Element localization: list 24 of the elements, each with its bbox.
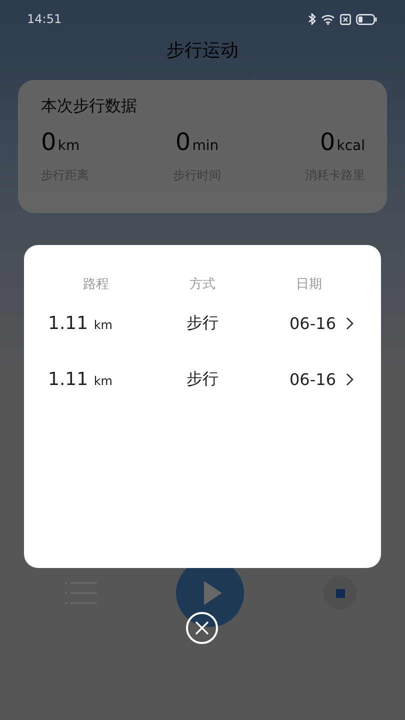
distance-cell: 1.11 km <box>48 368 112 390</box>
chevron-right-icon[interactable] <box>346 316 354 330</box>
date-cell: 06-16 <box>290 370 336 388</box>
clock-time: 14:51 <box>27 12 62 26</box>
distance-cell: 1.11 km <box>48 312 112 334</box>
stat-value: 0 kcal <box>320 127 365 158</box>
column-header: 路程 <box>82 276 109 293</box>
column-header: 日期 <box>296 276 323 293</box>
close-button[interactable] <box>186 612 218 644</box>
play-icon <box>202 579 224 607</box>
battery-icon <box>356 14 377 24</box>
mode-cell: 步行 <box>186 312 218 334</box>
sim-card-icon <box>340 14 351 24</box>
bluetooth-icon <box>308 13 316 25</box>
stat-value: 0 min <box>175 127 219 158</box>
chevron-right-icon[interactable] <box>346 372 354 386</box>
wifi-icon <box>321 14 335 24</box>
close-icon <box>195 621 209 635</box>
card-title: 本次步行数据 <box>41 96 138 117</box>
mode-cell: 步行 <box>186 368 218 390</box>
column-header: 方式 <box>190 276 216 293</box>
stat-value: 0 km <box>41 127 81 158</box>
date-cell: 06-16 <box>290 314 336 332</box>
page-title: 步行运动 <box>166 39 238 63</box>
